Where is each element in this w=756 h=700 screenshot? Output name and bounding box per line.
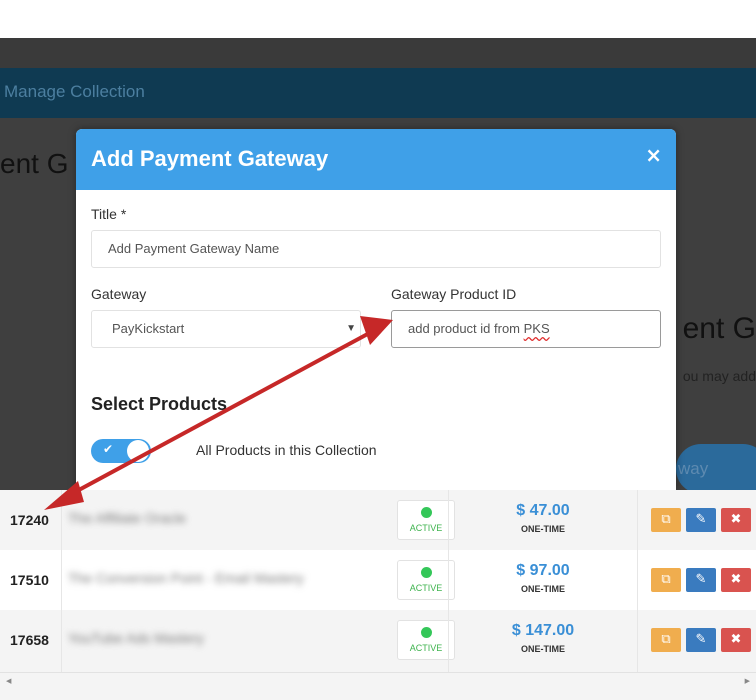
row-price-type: ONE-TIME bbox=[521, 644, 565, 654]
row-price: $ 147.00 bbox=[511, 622, 575, 639]
nav-manage-collection[interactable]: Manage Collection bbox=[4, 82, 145, 102]
row-price-type: ONE-TIME bbox=[521, 584, 565, 594]
status-text: ACTIVE bbox=[409, 583, 443, 593]
nav-bar: Manage Collection bbox=[0, 68, 756, 118]
copy-icon[interactable]: ⧉ bbox=[651, 508, 681, 532]
status-text: ACTIVE bbox=[409, 523, 443, 533]
row-id: 17240 bbox=[10, 512, 49, 528]
pencil-icon[interactable]: ✎ bbox=[686, 628, 716, 652]
all-products-label: All Products in this Collection bbox=[196, 442, 377, 458]
status-text: ACTIVE bbox=[409, 643, 443, 653]
row-id: 17510 bbox=[10, 572, 49, 588]
title-input[interactable]: Add Payment Gateway Name bbox=[91, 230, 661, 268]
row-name: The Affiliate Oracle bbox=[68, 510, 187, 526]
row-price-type: ONE-TIME bbox=[521, 524, 565, 534]
all-products-toggle[interactable]: ✔ bbox=[91, 439, 151, 463]
toggle-knob bbox=[127, 440, 149, 462]
chevron-down-icon: ▼ bbox=[346, 323, 356, 334]
row-price: $ 47.00 bbox=[516, 502, 570, 519]
check-icon: ✔ bbox=[103, 442, 114, 456]
scroll-right-icon[interactable]: ▶ bbox=[745, 677, 750, 685]
gateway-selected-value: PayKickstart bbox=[112, 321, 185, 336]
copy-icon[interactable]: ⧉ bbox=[651, 568, 681, 592]
status-badge: ACTIVE bbox=[397, 560, 455, 600]
status-dot-icon bbox=[421, 627, 432, 638]
pencil-icon[interactable]: ✎ bbox=[686, 508, 716, 532]
table-row: 17240 The Affiliate Oracle ACTIVE $ 47.0… bbox=[0, 490, 756, 550]
page-subtitle-fragment: ou may add bbox=[682, 368, 756, 384]
page-title-fragment: ent G bbox=[0, 148, 69, 179]
pencil-icon[interactable]: ✎ bbox=[686, 568, 716, 592]
column-divider bbox=[637, 490, 638, 672]
products-table: 17240 The Affiliate Oracle ACTIVE $ 47.0… bbox=[0, 490, 756, 672]
row-name: YouTube Ads Mastery bbox=[68, 630, 204, 646]
add-payment-gateway-modal: Add Payment Gateway × Title * Add Paymen… bbox=[76, 129, 676, 490]
x-icon[interactable]: ✖ bbox=[721, 508, 751, 532]
row-name: The Conversion Point - Email Mastery bbox=[68, 570, 304, 586]
title-label: Title * bbox=[91, 206, 127, 222]
row-price: $ 97.00 bbox=[516, 562, 570, 579]
modal-header: Add Payment Gateway × bbox=[76, 129, 676, 190]
page-title-fragment-right: ent G bbox=[682, 312, 756, 345]
row-id: 17658 bbox=[10, 632, 49, 648]
status-badge: ACTIVE bbox=[397, 500, 455, 540]
column-divider bbox=[448, 490, 449, 672]
horizontal-scrollbar[interactable]: ◀ ▶ bbox=[0, 672, 756, 700]
close-icon[interactable]: × bbox=[645, 143, 662, 167]
table-row: 17658 YouTube Ads Mastery ACTIVE $ 147.0… bbox=[0, 610, 756, 670]
x-icon[interactable]: ✖ bbox=[721, 628, 751, 652]
gateway-select[interactable]: PayKickstart ▼ bbox=[91, 310, 361, 348]
product-id-value-prefix: add product id from bbox=[408, 321, 524, 336]
status-badge: ACTIVE bbox=[397, 620, 455, 660]
table-row: 17510 The Conversion Point - Email Maste… bbox=[0, 550, 756, 610]
scroll-left-icon[interactable]: ◀ bbox=[6, 677, 11, 685]
top-bar bbox=[0, 0, 756, 38]
status-dot-icon bbox=[421, 507, 432, 518]
select-products-title: Select Products bbox=[91, 394, 228, 414]
gateway-product-id-input[interactable]: add product id from PKS bbox=[391, 310, 661, 348]
overlay-band bbox=[0, 38, 756, 68]
product-id-value-suffix: PKS bbox=[523, 321, 550, 336]
modal-title: Add Payment Gateway bbox=[91, 146, 329, 171]
column-divider bbox=[61, 490, 62, 672]
status-dot-icon bbox=[421, 567, 432, 578]
x-icon[interactable]: ✖ bbox=[721, 568, 751, 592]
copy-icon[interactable]: ⧉ bbox=[651, 628, 681, 652]
background-button[interactable]: way bbox=[676, 444, 756, 494]
gateway-product-id-label: Gateway Product ID bbox=[391, 286, 517, 302]
gateway-label: Gateway bbox=[91, 286, 147, 302]
